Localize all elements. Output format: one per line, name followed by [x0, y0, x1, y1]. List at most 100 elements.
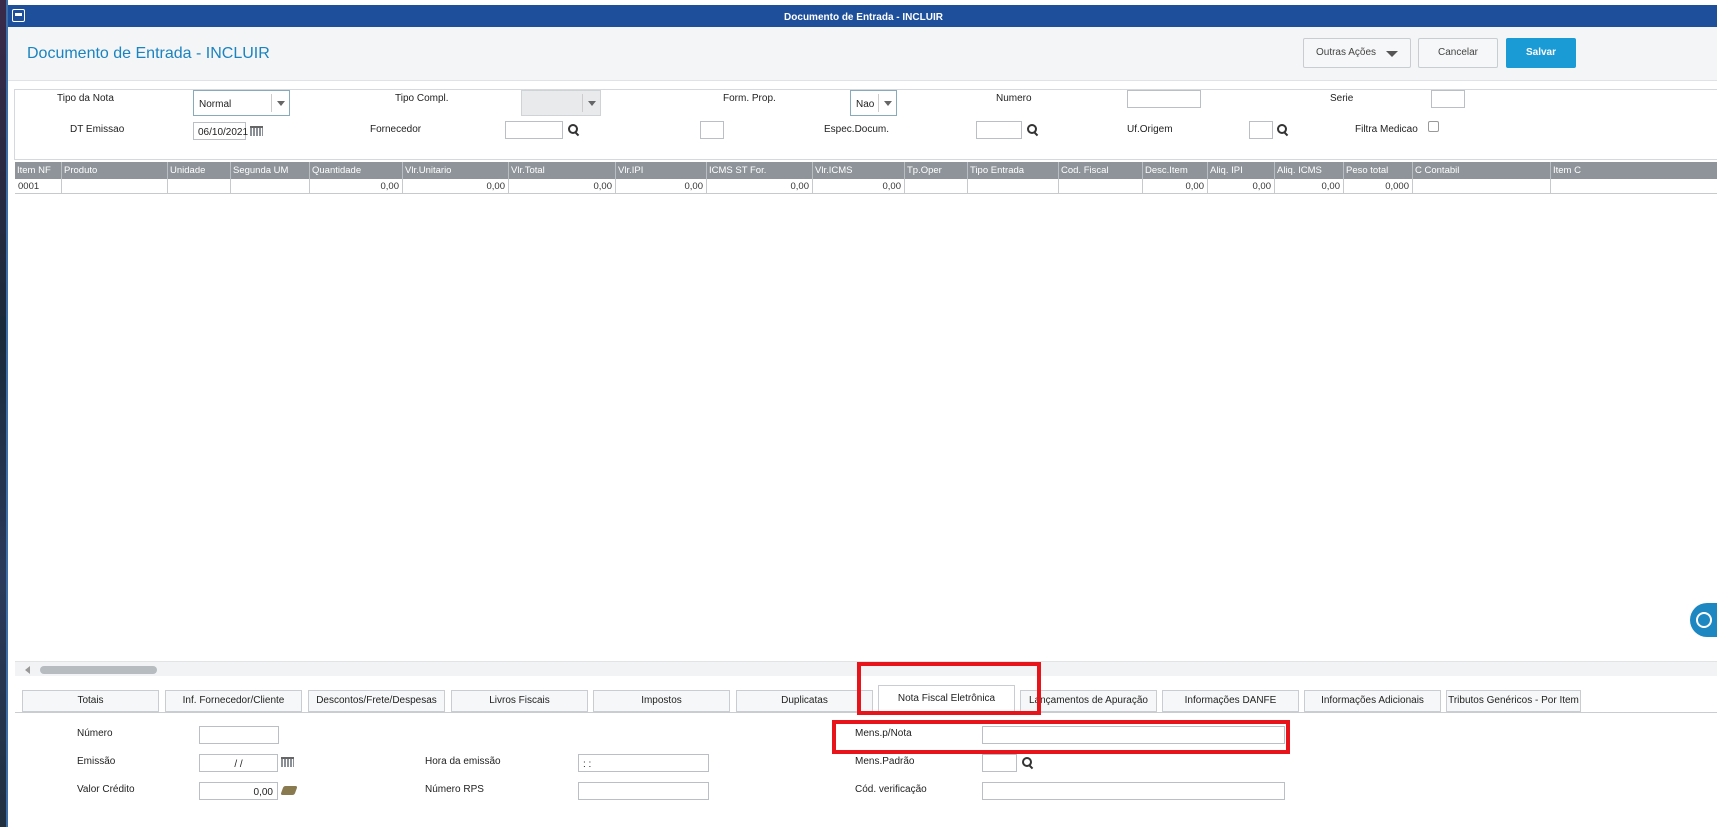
cancel-button[interactable]: Cancelar: [1418, 38, 1498, 68]
tab-8[interactable]: Informações DANFE: [1162, 690, 1299, 712]
mens-padrao-input[interactable]: [982, 754, 1017, 772]
table-cell[interactable]: [168, 179, 231, 194]
column-header[interactable]: Item C: [1551, 162, 1717, 179]
other-actions-button[interactable]: Outras Ações: [1303, 38, 1411, 68]
form-prop-label: Form. Prop.: [723, 93, 776, 104]
table-cell[interactable]: 0,00: [1275, 179, 1344, 194]
header-form: Tipo da Nota Normal Tipo Compl. Form. Pr…: [14, 89, 1717, 160]
window-title: Documento de Entrada - INCLUIR: [784, 12, 943, 23]
tab-10[interactable]: Tributos Genéricos - Por Item: [1446, 690, 1581, 712]
tab-5[interactable]: Duplicatas: [736, 690, 873, 712]
table-cell[interactable]: [62, 179, 168, 194]
form-prop-value: Nao: [856, 99, 875, 110]
column-header[interactable]: Quantidade: [310, 162, 403, 179]
table-cell[interactable]: 0,000: [1344, 179, 1413, 194]
column-header[interactable]: Aliq. IPI: [1208, 162, 1275, 179]
column-header[interactable]: Item NF: [15, 162, 62, 179]
espec-docum-label: Espec.Docum.: [824, 124, 890, 135]
other-actions-label: Outras Ações: [1315, 47, 1377, 58]
chat-icon[interactable]: [1690, 603, 1717, 637]
save-button[interactable]: Salvar: [1506, 38, 1576, 68]
search-icon[interactable]: [568, 124, 579, 135]
column-header[interactable]: Unidade: [168, 162, 231, 179]
table-cell[interactable]: 0001: [15, 179, 62, 194]
table-cell[interactable]: 0,00: [616, 179, 707, 194]
cod-verificacao-input[interactable]: [982, 782, 1285, 800]
table-cell[interactable]: 0,00: [509, 179, 616, 194]
search-icon[interactable]: [1022, 757, 1033, 768]
valor-credito-label: Valor Crédito: [77, 784, 135, 795]
table-cell[interactable]: 0,00: [403, 179, 509, 194]
calendar-icon[interactable]: [281, 757, 294, 767]
table-cell[interactable]: [968, 179, 1059, 194]
chevron-down-icon: [582, 94, 600, 112]
table-cell[interactable]: [1551, 179, 1717, 194]
column-header[interactable]: Vlr.Unitario: [403, 162, 509, 179]
uf-origem-input[interactable]: [1249, 121, 1273, 139]
column-header[interactable]: Desc.Item: [1143, 162, 1208, 179]
chevron-down-icon: [878, 94, 896, 112]
dt-emissao-input[interactable]: 06/10/2021: [193, 122, 248, 140]
table-cell[interactable]: [905, 179, 968, 194]
table-cell[interactable]: 0,00: [813, 179, 905, 194]
espec-docum-input[interactable]: [976, 121, 1022, 139]
tab-2[interactable]: Descontos/Frete/Despesas: [308, 690, 445, 712]
table-cell[interactable]: [231, 179, 310, 194]
table-cell[interactable]: [1413, 179, 1551, 194]
scroll-left-icon[interactable]: [25, 666, 30, 674]
tab-1[interactable]: Inf. Fornecedor/Cliente: [165, 690, 302, 712]
column-header[interactable]: Cod. Fiscal: [1059, 162, 1143, 179]
column-header[interactable]: Peso total: [1344, 162, 1413, 179]
title-bar: Documento de Entrada - INCLUIR: [8, 0, 1717, 27]
column-header[interactable]: Vlr.ICMS: [813, 162, 905, 179]
form-prop-select[interactable]: Nao: [850, 90, 897, 116]
table-cell[interactable]: 0,00: [1208, 179, 1275, 194]
table-row[interactable]: 0001 0,00 0,00 0,00 0,00 0,00 0,00 0,00 0,00 0,00…: [15, 179, 1717, 194]
serie-input[interactable]: [1431, 90, 1465, 108]
table-cell[interactable]: 0,00: [1143, 179, 1208, 194]
column-header[interactable]: Tp.Oper: [905, 162, 968, 179]
numero-label: Numero: [996, 93, 1032, 104]
hora-emissao-input[interactable]: : :: [578, 754, 709, 772]
column-header[interactable]: Tipo Entrada: [968, 162, 1059, 179]
column-header[interactable]: Vlr.IPI: [616, 162, 707, 179]
column-header[interactable]: ICMS ST For.: [707, 162, 813, 179]
column-header[interactable]: Produto: [62, 162, 168, 179]
tipo-nota-select[interactable]: Normal: [193, 90, 290, 116]
column-header[interactable]: Aliq. ICMS: [1275, 162, 1344, 179]
chevron-down-icon: [1386, 51, 1399, 58]
filtra-medicao-label: Filtra Medicao: [1355, 124, 1418, 135]
search-icon[interactable]: [1027, 124, 1038, 135]
fornecedor-input[interactable]: [505, 121, 563, 139]
valor-credito-input[interactable]: 0,00: [199, 782, 278, 800]
grid-header: Item NF Produto Unidade Segunda UM Quantidad…: [15, 162, 1717, 179]
serie-label: Serie: [1330, 93, 1354, 104]
tab-3[interactable]: Livros Fiscais: [451, 690, 588, 712]
nfe-emissao-input[interactable]: / /: [199, 754, 278, 772]
numero-input[interactable]: [1127, 90, 1201, 108]
calendar-icon[interactable]: [250, 126, 263, 136]
filtra-medicao-checkbox[interactable]: [1428, 121, 1439, 132]
column-header[interactable]: C Contabil: [1413, 162, 1551, 179]
tipo-compl-select[interactable]: [521, 90, 601, 116]
tab-4[interactable]: Impostos: [593, 690, 730, 712]
numero-rps-input[interactable]: [578, 782, 709, 800]
scroll-thumb[interactable]: [40, 666, 157, 674]
nfe-numero-input[interactable]: [199, 726, 279, 744]
table-cell[interactable]: 0,00: [310, 179, 403, 194]
tipo-compl-label: Tipo Compl.: [395, 93, 449, 104]
search-icon[interactable]: [1277, 124, 1288, 135]
highlight-box-mens-nota: [832, 720, 1290, 754]
highlight-box-tab: [857, 662, 1041, 715]
column-header[interactable]: Segunda UM: [231, 162, 310, 179]
column-header[interactable]: Vlr.Total: [509, 162, 616, 179]
tab-9[interactable]: Informações Adicionais: [1304, 690, 1441, 712]
wallet-icon[interactable]: [280, 786, 298, 795]
page-header: Documento de Entrada - INCLUIR Outras Aç…: [8, 27, 1717, 81]
uf-origem-label: Uf.Origem: [1127, 124, 1173, 135]
tab-0[interactable]: Totais: [22, 690, 159, 712]
table-cell[interactable]: [1059, 179, 1143, 194]
page-title: Documento de Entrada - INCLUIR: [27, 45, 270, 62]
loja-input[interactable]: [700, 121, 724, 139]
table-cell[interactable]: 0,00: [707, 179, 813, 194]
